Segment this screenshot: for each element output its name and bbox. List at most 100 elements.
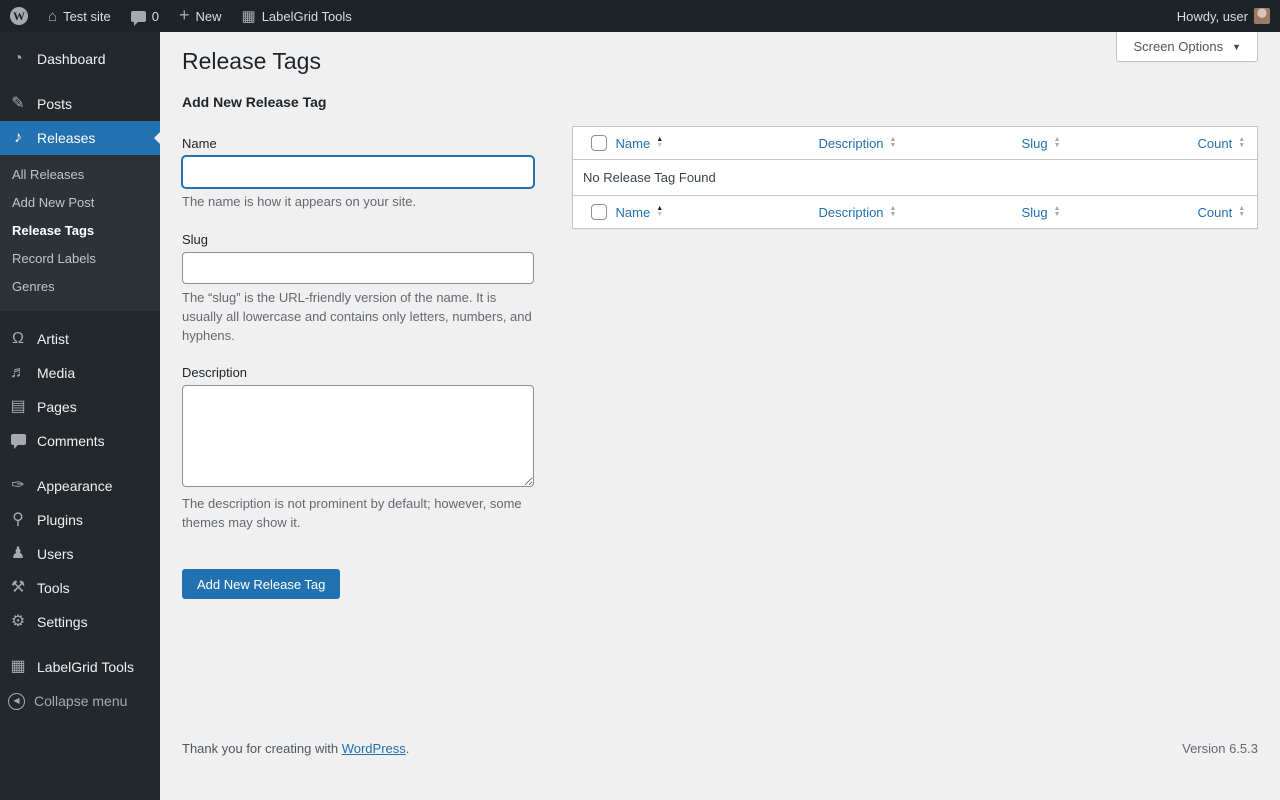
sliders-icon: ⚙: [8, 614, 28, 630]
new-label: New: [196, 9, 222, 24]
description-textarea[interactable]: [182, 385, 534, 487]
description-label: Description: [182, 365, 534, 380]
plus-icon: +: [179, 6, 190, 24]
sidebar-item-users[interactable]: ♟ Users: [0, 537, 160, 571]
sort-icon: ▲▼: [1238, 206, 1245, 218]
column-description-sort-link-footer[interactable]: Description ▲▼: [819, 205, 897, 220]
slug-label: Slug: [182, 232, 534, 247]
sort-icon: ▲▼: [1054, 137, 1061, 149]
grid-icon: ▦: [8, 659, 28, 675]
sidebar-item-media[interactable]: ♬ Media: [0, 356, 160, 390]
user-icon: ♟: [8, 546, 28, 562]
empty-message: No Release Tag Found: [573, 160, 1258, 196]
sort-asc-icon: ▲▼: [656, 137, 663, 149]
sidebar-item-settings[interactable]: ⚙ Settings: [0, 605, 160, 639]
column-slug-sort-link-footer[interactable]: Slug ▲▼: [1022, 205, 1061, 220]
admin-bar: W ⌂ Test site 0 + New ▦ LabelGrid Tools …: [0, 0, 1280, 32]
column-count-sort-link[interactable]: Count ▲▼: [1198, 136, 1246, 151]
site-name-label: Test site: [63, 9, 111, 24]
wordpress-logo-icon: W: [10, 7, 28, 25]
sidebar-label-artist: Artist: [37, 329, 69, 349]
home-icon: ⌂: [48, 9, 57, 24]
sidebar-label-media: Media: [37, 363, 75, 383]
wordpress-link[interactable]: WordPress: [342, 741, 406, 756]
menu-separator: [0, 639, 160, 650]
plug-icon: ⚲: [8, 512, 28, 528]
menu-separator: [0, 76, 160, 87]
sidebar-item-comments[interactable]: Comments: [0, 424, 160, 458]
sidebar-item-dashboard[interactable]: ◔ Dashboard: [0, 42, 160, 76]
slug-input[interactable]: [182, 252, 534, 284]
submenu-item-record-labels[interactable]: Record Labels: [0, 245, 160, 273]
admin-sidebar: ◔ Dashboard ✎ Posts ♪ Releases All Relea…: [0, 32, 160, 800]
sidebar-label-posts: Posts: [37, 94, 72, 114]
footer-thanks: Thank you for creating with WordPress.: [182, 741, 409, 756]
name-label: Name: [182, 136, 534, 151]
wordpress-logo-menu[interactable]: W: [0, 0, 38, 32]
column-name-sort-link[interactable]: Name ▲▼: [616, 136, 664, 151]
sidebar-label-users: Users: [37, 544, 74, 564]
sidebar-item-appearance[interactable]: ✑ Appearance: [0, 469, 160, 503]
sidebar-label-tools: Tools: [37, 578, 70, 598]
form-heading: Add New Release Tag: [182, 94, 534, 110]
collapse-arrow-icon: ◀: [8, 693, 25, 710]
chevron-down-icon: ▼: [1232, 42, 1241, 52]
main-content: Screen Options ▼ Release Tags Add New Re…: [160, 0, 1280, 768]
slug-help-text: The “slug” is the URL-friendly version o…: [182, 289, 534, 346]
sidebar-item-labelgrid-tools[interactable]: ▦ LabelGrid Tools: [0, 650, 160, 684]
submenu-item-all-releases[interactable]: All Releases: [0, 161, 160, 189]
sidebar-item-posts[interactable]: ✎ Posts: [0, 87, 160, 121]
add-tag-form: Add New Release Tag Name The name is how…: [182, 94, 534, 599]
sort-icon: ▲▼: [890, 137, 897, 149]
add-new-release-tag-button[interactable]: Add New Release Tag: [182, 569, 340, 599]
grid-icon: ▦: [242, 9, 256, 24]
sidebar-item-tools[interactable]: ⚒ Tools: [0, 571, 160, 605]
site-name-menu[interactable]: ⌂ Test site: [38, 0, 121, 32]
media-icon: ♬: [8, 365, 28, 381]
name-input[interactable]: [182, 156, 534, 188]
no-items-row: No Release Tag Found: [573, 160, 1258, 196]
comments-icon: [131, 11, 146, 22]
sidebar-label-labelgrid-tools: LabelGrid Tools: [37, 657, 134, 677]
column-description-sort-link[interactable]: Description ▲▼: [819, 136, 897, 151]
column-name-sort-link-footer[interactable]: Name ▲▼: [616, 205, 664, 220]
submenu-item-add-new-post[interactable]: Add New Post: [0, 189, 160, 217]
admin-footer: Thank you for creating with WordPress. V…: [160, 731, 1280, 768]
dashboard-icon: ◔: [8, 51, 28, 67]
page-title: Release Tags: [182, 46, 1258, 76]
sort-icon: ▲▼: [890, 206, 897, 218]
sidebar-label-dashboard: Dashboard: [37, 49, 106, 69]
comments-menu[interactable]: 0: [121, 0, 169, 32]
sidebar-item-pages[interactable]: ▤ Pages: [0, 390, 160, 424]
tools-icon: ⚒: [8, 580, 28, 596]
comments-count: 0: [152, 9, 159, 24]
labelgrid-toolbar-label: LabelGrid Tools: [262, 9, 352, 24]
paintbrush-icon: ✑: [8, 478, 28, 494]
sidebar-label-releases: Releases: [37, 128, 95, 148]
collapse-menu-button[interactable]: ◀ Collapse menu: [0, 684, 160, 718]
avatar: [1254, 8, 1270, 24]
column-slug-sort-link[interactable]: Slug ▲▼: [1022, 136, 1061, 151]
sort-icon: ▲▼: [1054, 206, 1061, 218]
sort-icon: ▲▼: [1238, 137, 1245, 149]
column-count-sort-link-footer[interactable]: Count ▲▼: [1198, 205, 1246, 220]
sort-asc-icon: ▲▼: [656, 206, 663, 218]
sidebar-item-releases[interactable]: ♪ Releases: [0, 121, 160, 155]
sidebar-label-pages: Pages: [37, 397, 77, 417]
menu-separator: [0, 311, 160, 322]
sidebar-item-artist[interactable]: Ω Artist: [0, 322, 160, 356]
screen-options-label: Screen Options: [1133, 39, 1223, 54]
howdy-label: Howdy, user: [1177, 9, 1248, 24]
my-account-menu[interactable]: Howdy, user: [1167, 0, 1280, 32]
new-content-menu[interactable]: + New: [169, 0, 232, 32]
releases-submenu: All Releases Add New Post Release Tags R…: [0, 155, 160, 311]
labelgrid-tools-toolbar-menu[interactable]: ▦ LabelGrid Tools: [232, 0, 362, 32]
version-label: Version 6.5.3: [1182, 741, 1258, 756]
sidebar-item-plugins[interactable]: ⚲ Plugins: [0, 503, 160, 537]
submenu-item-genres[interactable]: Genres: [0, 273, 160, 301]
submenu-item-release-tags[interactable]: Release Tags: [0, 217, 160, 245]
pushpin-icon: ✎: [8, 96, 28, 112]
release-tags-list: Name ▲▼ Description ▲▼: [572, 94, 1258, 229]
pages-icon: ▤: [8, 399, 28, 415]
screen-options-button[interactable]: Screen Options ▼: [1116, 32, 1258, 62]
